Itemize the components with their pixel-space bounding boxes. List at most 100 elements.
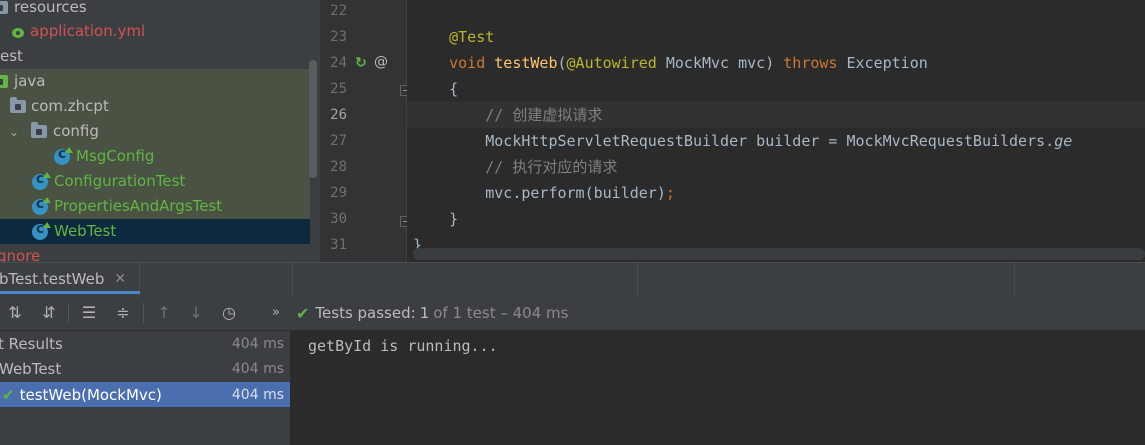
test-history-icon[interactable]: ◷: [217, 301, 241, 325]
folder-icon: [0, 1, 8, 14]
line-number: 29: [330, 185, 347, 201]
expand-all-icon[interactable]: ☰: [77, 301, 101, 325]
tree-item-msgconfig[interactable]: MsgConfig: [0, 144, 310, 169]
tree-scrollbar[interactable]: [309, 60, 317, 178]
tree-item-label: est: [0, 47, 23, 65]
result-time: 404 ms: [231, 335, 284, 352]
tree-item-com-zhcpt[interactable]: com.zhcpt: [0, 94, 310, 119]
tab-cell: [638, 263, 1015, 295]
code-line[interactable]: mvc.perform(builder);: [407, 180, 1145, 206]
line-number: 23: [330, 29, 347, 45]
code-editor[interactable]: @Test void testWeb(@Autowired MockMvc mv…: [407, 0, 1145, 262]
tree-item-test[interactable]: est: [0, 44, 310, 69]
check-icon: ✔: [296, 303, 310, 323]
status-summary: of 1 test – 404 ms: [433, 304, 569, 322]
code-token: MockMvc mvc): [656, 54, 784, 72]
tree-item-webtest[interactable]: WebTest: [0, 219, 310, 244]
chevron-down-icon[interactable]: ⌄: [8, 125, 20, 139]
code-line[interactable]: // 创建虚拟请求: [407, 102, 1145, 128]
result-row-class[interactable]: WebTest 404 ms: [0, 356, 290, 381]
toolbar-separator: [143, 303, 144, 323]
tree-item-label: gnore: [0, 247, 41, 262]
tree-item-propertiesandargstest[interactable]: PropertiesAndArgsTest: [0, 194, 310, 219]
code-token: ge: [1054, 132, 1073, 150]
editor-horizontal-scrollbar[interactable]: [413, 248, 1145, 260]
code-line[interactable]: void testWeb(@Autowired MockMvc mvc) thr…: [407, 50, 1145, 76]
tree-item-label: ConfigurationTest: [54, 172, 186, 190]
run-test-icon[interactable]: ↻: [355, 56, 369, 70]
tab-label: bTest.testWeb: [0, 270, 105, 288]
code-token: // 执行对应的请求: [485, 158, 618, 176]
next-failed-icon[interactable]: ↓: [184, 301, 208, 325]
project-tree: resources application.yml est java com.z…: [0, 0, 320, 262]
code-token: (: [557, 54, 567, 72]
test-toolbar: ⇅ ⇵ ☰ ≑ ↑ ↓ ◷ » ✔ Tests passed: 1 of 1 t…: [0, 295, 1145, 331]
class-icon: [32, 171, 51, 190]
test-results-tree: t Results 404 ms WebTest 404 ms ✔ testWe…: [0, 331, 290, 445]
more-actions-icon[interactable]: »: [272, 301, 280, 325]
tree-item-gnore[interactable]: gnore: [0, 244, 310, 262]
sort-by-duration-icon[interactable]: ⇵: [37, 301, 61, 325]
code-line[interactable]: MockHttpServletRequestBuilder builder = …: [407, 128, 1145, 154]
status-passed-label: Tests passed:: [315, 304, 416, 322]
tree-item-application-yml[interactable]: application.yml: [0, 19, 310, 44]
code-line[interactable]: // 执行对应的请求: [407, 154, 1145, 180]
collapse-all-icon[interactable]: ≑: [111, 301, 135, 325]
tree-item-label: PropertiesAndArgsTest: [54, 197, 223, 215]
code-token: @Test: [449, 28, 495, 46]
code-token: }: [413, 210, 459, 228]
source-folder-icon: [0, 75, 8, 88]
result-row-root[interactable]: t Results 404 ms: [0, 331, 290, 356]
line-number: 30: [330, 211, 347, 227]
close-icon[interactable]: ✕: [114, 271, 126, 287]
code-line[interactable]: [407, 0, 1145, 24]
class-icon: [32, 196, 51, 215]
test-status: ✔ Tests passed: 1 of 1 test – 404 ms: [296, 301, 568, 325]
tree-item-configurationtest[interactable]: ConfigurationTest: [0, 169, 310, 194]
line-number: 24: [330, 55, 347, 71]
tree-item-label: WebTest: [54, 222, 117, 240]
package-icon: [10, 97, 26, 113]
result-label: t Results: [0, 334, 63, 353]
code-token: // 创建虚拟请求: [485, 106, 603, 124]
line-number: 31: [330, 237, 347, 253]
tree-item-label: config: [53, 122, 99, 140]
code-token: {: [413, 80, 459, 98]
spring-config-icon: [10, 24, 26, 40]
tab-cell: [293, 263, 638, 295]
annotation-icon[interactable]: @: [374, 55, 388, 69]
code-token: throws: [783, 54, 838, 72]
code-line[interactable]: }: [407, 206, 1145, 232]
check-icon: ✔: [2, 385, 15, 404]
sort-alphabetically-icon[interactable]: ⇅: [3, 301, 27, 325]
active-tab-indicator: [0, 291, 140, 294]
tree-item-resources[interactable]: resources: [0, 0, 310, 20]
tree-item-java[interactable]: java: [0, 69, 310, 94]
code-token: MockHttpServletRequestBuilder builder = …: [413, 132, 1055, 150]
package-icon: [31, 122, 47, 138]
toolbar-separator: [68, 303, 69, 323]
result-row-method[interactable]: ✔ testWeb(MockMvc) 404 ms: [0, 382, 290, 407]
code-token: void: [449, 54, 495, 72]
code-token: testWeb: [494, 54, 558, 72]
console-output[interactable]: getById is running...: [291, 331, 1145, 445]
tree-item-label: java: [14, 72, 46, 90]
code-line[interactable]: {: [407, 76, 1145, 102]
code-token: Exception: [837, 54, 928, 72]
tab-cell: [140, 263, 293, 295]
tree-item-label: resources: [14, 0, 87, 16]
line-number: 27: [330, 133, 347, 149]
previous-failed-icon[interactable]: ↑: [152, 301, 176, 325]
run-tab-bar: bTest.testWeb ✕: [0, 263, 1145, 295]
code-line[interactable]: @Test: [407, 24, 1145, 50]
tree-item-config[interactable]: ⌄ config: [0, 119, 310, 144]
result-time: 404 ms: [231, 386, 284, 403]
line-number: 26: [330, 107, 347, 123]
result-label: testWeb(MockMvc): [19, 385, 162, 404]
line-number: 25: [330, 81, 347, 97]
result-label: WebTest: [0, 359, 62, 378]
tree-item-label: application.yml: [30, 22, 146, 40]
